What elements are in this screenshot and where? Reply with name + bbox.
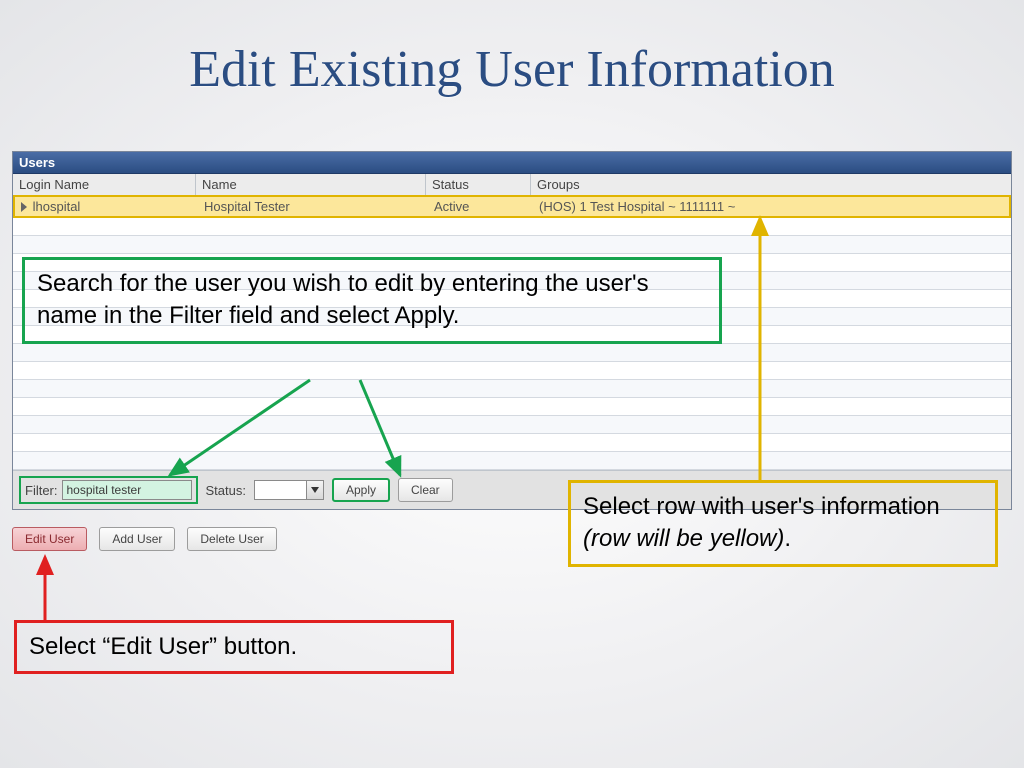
filter-label: Filter:: [25, 483, 58, 498]
filter-highlight: Filter:: [19, 476, 198, 504]
table-row[interactable]: [13, 416, 1011, 434]
cell-login: lhospital: [15, 197, 198, 216]
col-groups[interactable]: Groups: [531, 174, 1011, 195]
table-row[interactable]: [13, 218, 1011, 236]
delete-user-button[interactable]: Delete User: [187, 527, 276, 551]
annotation-search: Search for the user you wish to edit by …: [22, 257, 722, 344]
add-user-button[interactable]: Add User: [99, 527, 175, 551]
status-select[interactable]: [254, 480, 324, 500]
apply-button[interactable]: Apply: [332, 478, 390, 502]
col-name[interactable]: Name: [196, 174, 426, 195]
cell-groups: (HOS) 1 Test Hospital ~ 1111111 ~: [533, 197, 1009, 216]
annotation-text-italic: (row will be yellow): [583, 525, 784, 552]
annotation-select-row: Select row with user's information (row …: [568, 480, 998, 567]
column-headers: Login Name Name Status Groups: [13, 174, 1011, 195]
table-row[interactable]: [13, 236, 1011, 254]
slide-title: Edit Existing User Information: [0, 40, 1024, 99]
table-row[interactable]: [13, 398, 1011, 416]
table-row[interactable]: [13, 434, 1011, 452]
chevron-down-icon[interactable]: [306, 481, 323, 499]
row-caret-icon: [21, 202, 27, 212]
table-row[interactable]: [13, 362, 1011, 380]
cell-status: Active: [428, 197, 533, 216]
table-row[interactable]: [13, 344, 1011, 362]
panel-header: Users: [13, 152, 1011, 174]
cell-login-text: lhospital: [33, 199, 81, 214]
empty-rows: [13, 218, 1011, 470]
edit-user-button[interactable]: Edit User: [12, 527, 87, 551]
annotation-text: Select row with user's information: [583, 493, 940, 520]
action-bar: Edit User Add User Delete User: [12, 527, 277, 551]
table-row[interactable]: [13, 380, 1011, 398]
selected-user-row[interactable]: lhospital Hospital Tester Active (HOS) 1…: [13, 195, 1011, 218]
annotation-edit-button: Select “Edit User” button.: [14, 620, 454, 674]
cell-name: Hospital Tester: [198, 197, 428, 216]
status-label: Status:: [206, 483, 246, 498]
clear-button[interactable]: Clear: [398, 478, 453, 502]
col-login[interactable]: Login Name: [13, 174, 196, 195]
col-status[interactable]: Status: [426, 174, 531, 195]
annotation-text: .: [784, 525, 791, 552]
table-row[interactable]: [13, 452, 1011, 470]
filter-input[interactable]: [62, 480, 192, 500]
